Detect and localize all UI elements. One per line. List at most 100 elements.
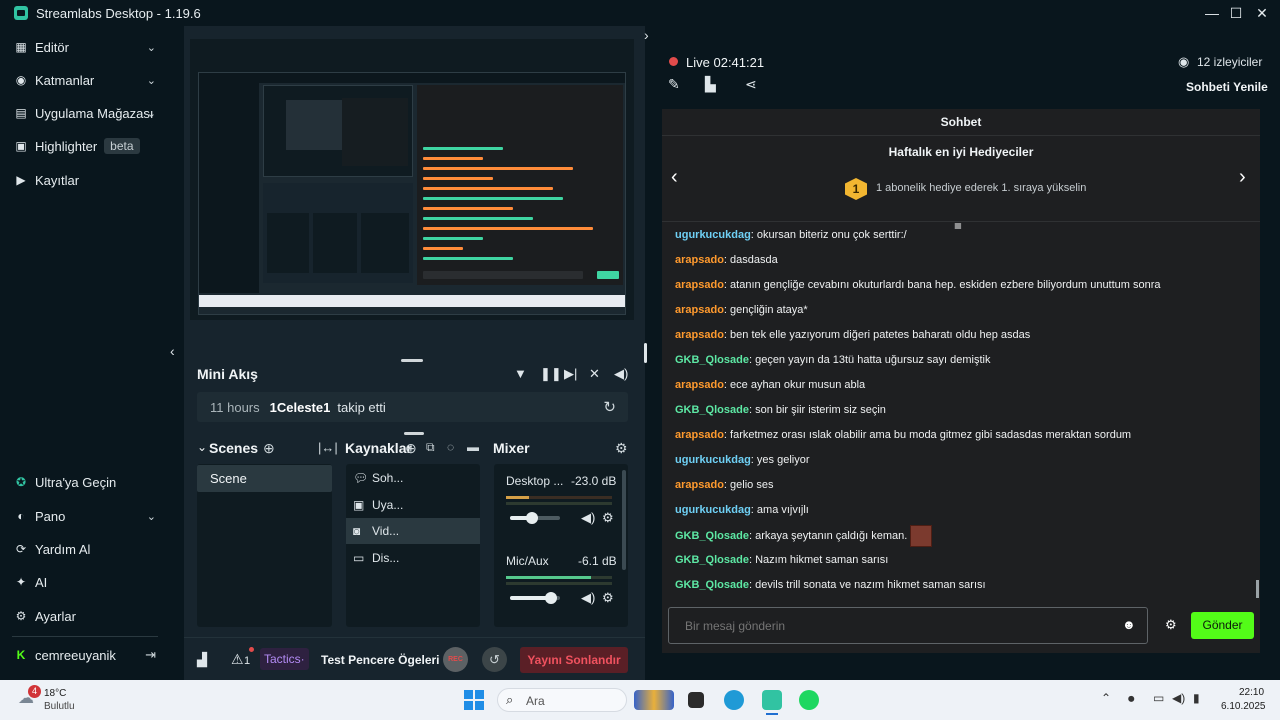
refresh-chat-button[interactable]: Sohbeti Yenile [1186,80,1268,94]
source-item-display[interactable]: ▭ Dis... [346,545,480,571]
nav-item-layers[interactable]: ◉ Katmanlar ⌄ [14,68,162,92]
search-highlight-icon[interactable] [634,690,674,710]
test-widgets-button[interactable]: Test Pencere Ögeleri [321,653,440,667]
chat-username[interactable]: arapsado [675,479,724,491]
chat-username[interactable]: arapsado [675,429,724,441]
mute-mic-icon[interactable]: ◀) [581,590,595,606]
chat-username[interactable]: arapsado [675,254,724,266]
docks-resize-handle[interactable] [404,432,424,435]
logout-icon[interactable]: ⇥ [145,647,156,663]
stats-icon[interactable]: ▟ [197,652,207,668]
edit-stream-icon[interactable]: ✎ [668,76,680,93]
mixer-settings-icon[interactable]: ⚙ [615,440,628,457]
scene-transition-icon[interactable]: |↔| [318,440,338,455]
collapse-right-chevron-icon[interactable]: › [644,27,649,43]
send-button[interactable]: Gönder [1191,612,1254,639]
mixer-scrollbar[interactable] [622,470,626,570]
chat-input[interactable] [668,607,1148,644]
minimize-button[interactable]: — [1202,3,1222,23]
chat-username[interactable]: arapsado [675,279,724,291]
emoji-icon[interactable]: ☻ [1122,617,1136,632]
nav-item-app-store[interactable]: ▤ Uygulama Mağazası ⌄ [14,101,162,125]
pinned-toggle-icon[interactable]: ⩸ [954,222,962,233]
microphone-icon[interactable]: ⏺ [1128,691,1135,707]
share-icon[interactable]: ⋖ [745,76,757,93]
speaker-icon[interactable]: ◀) [1172,691,1185,705]
replay-alert-icon[interactable]: ↻ [603,398,616,416]
tray-chevron-icon[interactable]: ⌃ [1101,691,1111,705]
source-item-chat[interactable]: 💬︎ Soh... [346,465,480,491]
streamlabs-taskbar-icon[interactable] [762,690,782,710]
chat-username[interactable]: arapsado [675,379,724,391]
slider-knob[interactable] [526,512,538,524]
add-scene-icon[interactable]: ⊕ [263,440,275,457]
close-button[interactable]: ✕ [1252,3,1272,23]
edge-icon[interactable] [724,690,744,710]
chat-username[interactable]: ugurkucukdag [675,454,751,466]
stream-preview[interactable] [190,39,634,320]
nav-item-highlighter[interactable]: ▣ Highlighter beta [14,134,162,158]
nav-item-ultra[interactable]: ✪ Ultra'ya Geçin [14,470,162,494]
chat-resize-handle[interactable] [644,343,647,363]
battery-icon[interactable]: ▮ [1193,691,1200,705]
chat-text: : geçen yayın da 13tü hatta uğursuz sayı… [748,354,991,366]
nav-item-editor[interactable]: ▦ Editör ⌄ [14,35,162,59]
chat-username[interactable]: GKB_Qlosade [675,554,749,566]
skip-icon[interactable]: ▶| [564,366,577,382]
taskbar-search[interactable]: ⌕ Ara [497,688,627,712]
end-stream-button[interactable]: Yayını Sonlandır [520,647,628,673]
chat-username[interactable]: arapsado [675,304,724,316]
replay-buffer-button[interactable]: ↺ [482,647,507,672]
chat-username[interactable]: GKB_Qlosade [675,579,749,591]
collapse-left-chevron-icon[interactable]: ‹ [170,343,175,359]
add-source-icon[interactable]: ⊕ [405,440,417,457]
windows-start-icon[interactable] [464,690,484,710]
volume-icon[interactable]: ◀) [614,366,628,382]
mute-desktop-icon[interactable]: ◀) [581,510,595,526]
chat-username[interactable]: GKB_Qlosade [675,354,749,366]
desktop-audio-settings-icon[interactable]: ⚙ [602,510,614,526]
mute-alerts-icon[interactable]: ✕ [589,366,600,382]
clip-icon[interactable]: ▙ [705,76,716,93]
nav-item-account[interactable]: Kcemreeuyanik ⇥ [14,643,162,667]
chevron-left-icon[interactable]: ‹ [671,166,678,189]
tactics-button[interactable]: Tactics· [260,648,309,670]
slider-knob[interactable] [545,592,557,604]
source-group-icon[interactable]: ⧉ [426,440,435,455]
chat-scrollbar[interactable] [1256,580,1259,598]
chat-username[interactable]: arapsado [675,329,724,341]
record-button[interactable]: REC [443,647,468,672]
chat-username[interactable]: ugurkucukdag [675,504,751,516]
scene-item[interactable]: Scene [197,465,332,492]
nav-item-dashboard[interactable]: ◐ Pano ⌄ [14,504,162,528]
nav-item-settings[interactable]: ⚙ Ayarlar [14,604,162,628]
source-item-alerts[interactable]: ▣ Uya... [346,492,480,518]
source-audio-icon[interactable]: ◌ [447,440,454,454]
chat-username[interactable]: GKB_Qlosade [675,404,749,416]
preview-resize-handle[interactable] [401,359,423,362]
maximize-button[interactable]: ☐ [1226,3,1246,23]
chat-username[interactable]: GKB_Qlosade [675,530,749,542]
event-time: 11 hours [210,399,260,415]
nav-item-ai[interactable]: ✦ AI [14,570,162,594]
nav-item-help[interactable]: ⟳ Yardım Al [14,537,162,561]
mic-settings-icon[interactable]: ⚙ [602,590,614,606]
mixer-mic-volume-slider[interactable] [510,592,560,604]
chevron-right-icon[interactable]: › [1239,166,1246,189]
source-folder-icon[interactable]: ▬ [467,440,479,454]
task-view-icon[interactable] [688,692,704,708]
chat-username[interactable]: ugurkucukdag [675,229,751,241]
filter-icon[interactable]: ▼ [514,366,527,381]
chat-settings-icon[interactable]: ⚙ [1165,617,1177,633]
pause-icon[interactable]: ❚❚ [540,366,562,382]
warning-icon[interactable]: ⚠ [231,651,244,668]
mixer-desktop-volume-slider[interactable] [510,512,560,524]
preview-nested-scenes [267,213,309,273]
chat-text: : atanın gençliğe cevabını okuturlardı b… [723,279,1161,291]
chat-text: : arkaya şeytanın çaldığı keman. [748,529,908,542]
scenes-collapse-icon[interactable]: ⌄ [197,440,207,454]
spotify-icon[interactable] [799,690,819,710]
network-icon[interactable]: ▭ [1153,691,1164,705]
source-item-video[interactable]: ◙ Vid... [346,518,480,544]
nav-item-recordings[interactable]: ▶ Kayıtlar [14,168,162,192]
